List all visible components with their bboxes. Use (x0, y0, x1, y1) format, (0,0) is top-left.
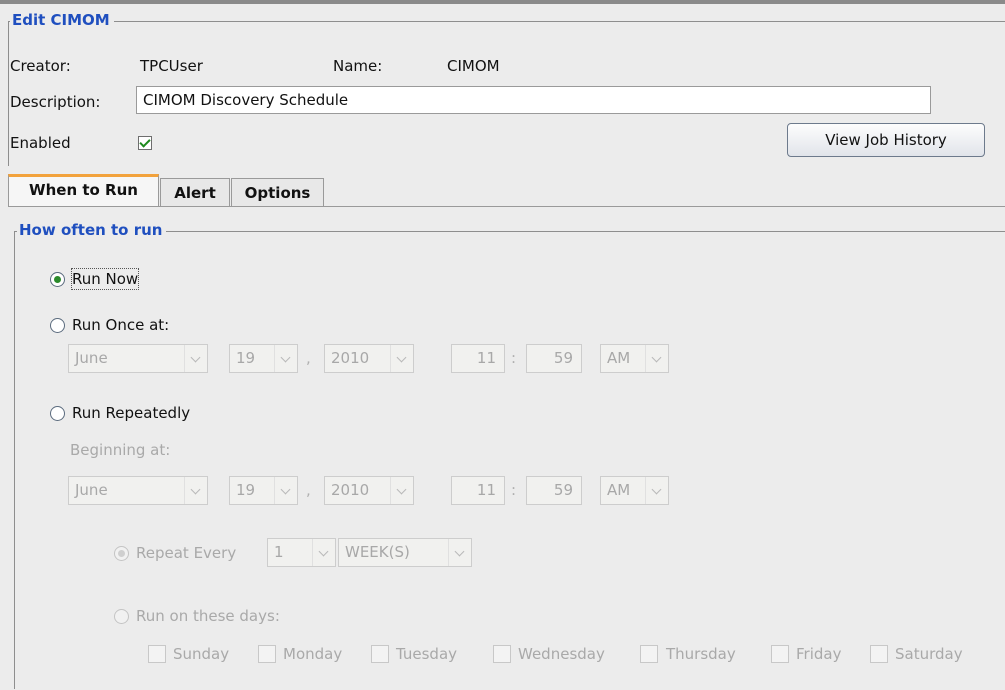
time-separator: : (511, 349, 517, 367)
run-once-month-value: June (75, 349, 108, 367)
beginning-hour-field[interactable]: 11 (451, 476, 505, 505)
day-checkbox-tuesday[interactable] (371, 645, 389, 663)
repeat-every-radio[interactable] (114, 546, 129, 561)
chevron-down-icon (274, 477, 297, 504)
date-separator: , (306, 349, 311, 367)
beginning-day-value: 19 (236, 481, 256, 499)
view-job-history-button[interactable]: View Job History (787, 123, 985, 157)
beginning-day-select[interactable]: 19 (229, 476, 298, 505)
time-separator: : (511, 481, 517, 499)
window-top-border (0, 0, 1005, 4)
chevron-down-icon (312, 539, 335, 566)
run-once-year-value: 2010 (331, 349, 370, 367)
chevron-down-icon (274, 345, 297, 372)
tab-alert[interactable]: Alert (160, 178, 230, 206)
day-label-monday: Monday (283, 645, 343, 663)
chevron-down-icon (184, 477, 207, 504)
description-label: Description: (10, 93, 101, 111)
beginning-month-value: June (75, 481, 108, 499)
run-once-hour-field[interactable]: 11 (451, 344, 505, 373)
run-now-label[interactable]: Run Now (70, 268, 140, 290)
run-repeatedly-radio[interactable] (50, 406, 65, 421)
beginning-minute-field[interactable]: 59 (526, 476, 582, 505)
edit-section-border-left (8, 21, 9, 166)
beginning-at-label: Beginning at: (70, 441, 171, 459)
chevron-down-icon (645, 477, 668, 504)
day-label-tuesday: Tuesday (396, 645, 458, 663)
creator-value: TPCUser (140, 57, 203, 75)
repeat-every-value: 1 (274, 543, 284, 561)
beginning-ampm-value: AM (607, 481, 631, 499)
repeat-every-unit: WEEK(S) (345, 543, 410, 561)
run-once-ampm-select[interactable]: AM (600, 344, 669, 373)
beginning-year-value: 2010 (331, 481, 370, 499)
day-label-friday: Friday (796, 645, 842, 663)
tab-when-to-run[interactable]: When to Run (8, 174, 159, 206)
chevron-down-icon (390, 477, 413, 504)
day-label-thursday: Thursday (666, 645, 736, 663)
beginning-year-select[interactable]: 2010 (324, 476, 414, 505)
beginning-month-select[interactable]: June (68, 476, 208, 505)
chevron-down-icon (390, 345, 413, 372)
enabled-checkbox[interactable] (138, 136, 152, 150)
run-once-label[interactable]: Run Once at: (72, 315, 169, 335)
day-label-saturday: Saturday (895, 645, 963, 663)
creator-label: Creator: (10, 57, 71, 75)
description-input-value: CIMOM Discovery Schedule (143, 91, 349, 109)
edit-section-legend: Edit CIMOM (10, 11, 114, 29)
day-checkbox-wednesday[interactable] (493, 645, 511, 663)
day-checkbox-friday[interactable] (771, 645, 789, 663)
run-once-month-select[interactable]: June (68, 344, 208, 373)
repeat-every-unit-select[interactable]: WEEK(S) (338, 538, 472, 567)
chevron-down-icon (184, 345, 207, 372)
run-once-day-select[interactable]: 19 (229, 344, 298, 373)
repeat-every-value-select[interactable]: 1 (267, 538, 336, 567)
date-separator: , (306, 481, 311, 499)
day-checkbox-sunday[interactable] (148, 645, 166, 663)
run-once-radio[interactable] (50, 318, 65, 333)
chevron-down-icon (645, 345, 668, 372)
run-once-minute-field[interactable]: 59 (526, 344, 582, 373)
run-once-day-value: 19 (236, 349, 256, 367)
how-often-legend: How often to run (17, 221, 167, 239)
beginning-ampm-select[interactable]: AM (600, 476, 669, 505)
name-value: CIMOM (447, 57, 500, 75)
run-once-ampm-value: AM (607, 349, 631, 367)
tab-options[interactable]: Options (231, 178, 324, 206)
day-checkbox-monday[interactable] (258, 645, 276, 663)
day-label-sunday: Sunday (173, 645, 230, 663)
day-checkbox-saturday[interactable] (870, 645, 888, 663)
how-often-border-left (14, 231, 15, 689)
day-checkbox-thursday[interactable] (640, 645, 658, 663)
description-input[interactable]: CIMOM Discovery Schedule (136, 86, 931, 114)
edit-section-border-top (8, 21, 1005, 22)
enabled-label: Enabled (10, 134, 71, 152)
run-on-days-label[interactable]: Run on these days: (136, 606, 280, 626)
day-label-wednesday: Wednesday (518, 645, 605, 663)
run-once-year-select[interactable]: 2010 (324, 344, 414, 373)
run-now-radio[interactable] (50, 272, 65, 287)
run-on-days-radio[interactable] (114, 609, 129, 624)
chevron-down-icon (448, 539, 471, 566)
name-label: Name: (333, 57, 383, 75)
run-repeatedly-label[interactable]: Run Repeatedly (72, 403, 190, 423)
repeat-every-label[interactable]: Repeat Every (136, 543, 236, 563)
